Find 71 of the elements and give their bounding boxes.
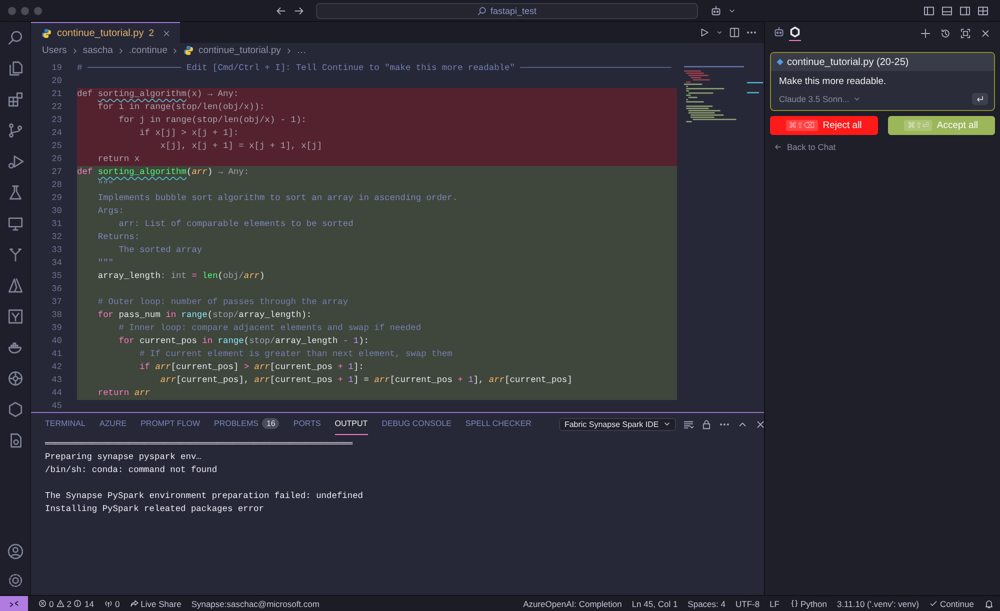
- status-item[interactable]: AzureOpenAI: Completion: [523, 598, 622, 608]
- line-number: 30: [50, 205, 63, 218]
- model-selector[interactable]: Claude 3.5 Sonn...: [779, 94, 862, 104]
- context-file: continue_tutorial.py (20-25): [787, 56, 909, 68]
- status-item[interactable]: Synapse:saschac@microsoft.com: [191, 598, 320, 608]
- line-number: 36: [50, 283, 63, 296]
- panel-tab[interactable]: SPELL CHECKER: [465, 413, 532, 435]
- breadcrumb-item[interactable]: .continue: [128, 45, 168, 56]
- line-number: 38: [50, 309, 63, 322]
- line-number: 25: [50, 140, 63, 153]
- line-number: 41: [50, 348, 63, 361]
- language-status[interactable]: Python: [790, 598, 827, 608]
- ports-status[interactable]: 0: [104, 598, 120, 608]
- line-number: 20: [50, 75, 63, 88]
- shortcut-hint: ⌘⇧⏎: [904, 120, 932, 131]
- line-number: 22: [50, 101, 63, 114]
- panel-tab[interactable]: PROMPT FLOW: [140, 413, 200, 435]
- line-number: 23: [50, 114, 63, 127]
- output-line: Preparing synapse pyspark env…: [45, 451, 202, 464]
- status-item[interactable]: Spaces: 4: [688, 598, 726, 608]
- status-item[interactable]: UTF-8: [735, 598, 760, 608]
- panel-tab[interactable]: DEBUG CONSOLE: [382, 413, 452, 435]
- breadcrumb-item[interactable]: continue_tutorial.py: [198, 45, 281, 56]
- reject-all-button[interactable]: ⌘⇧⌫ Reject all: [770, 116, 878, 135]
- line-number: 19: [50, 62, 63, 75]
- output-line: /bin/sh: conda: command not found: [45, 464, 218, 477]
- line-number: 28: [50, 179, 63, 192]
- line-number: 40: [50, 335, 63, 348]
- channel-dropdown[interactable]: Fabric Synapse Spark IDE: [559, 418, 676, 430]
- line-number: 33: [50, 244, 63, 257]
- line-number: 32: [50, 231, 63, 244]
- panel-tab[interactable]: PROBLEMS 16: [214, 413, 280, 435]
- line-number: 45: [50, 400, 63, 412]
- code-line: # ────────────────── Edit [Cmd/Ctrl + I]: Tell Continue to "make this more readable" ─────────────────────────────: [77, 62, 672, 75]
- back-link[interactable]: Back to Chat: [765, 135, 1000, 159]
- problems-status[interactable]: 0 2 14: [38, 598, 94, 608]
- count-badge: 16: [262, 418, 280, 429]
- breadcrumb-item[interactable]: Users: [42, 45, 67, 56]
- panel-tab[interactable]: AZURE: [99, 413, 127, 435]
- output-line: ═══════════════════════════════════════════════════════════: [45, 438, 354, 451]
- line-number: 24: [50, 127, 63, 140]
- line-number: 34: [50, 257, 63, 270]
- line-number: 21: [50, 88, 63, 101]
- continue-status[interactable]: Continue: [928, 598, 974, 608]
- problem-count: 2: [148, 28, 154, 38]
- output-line: The Synapse PySpark environment preparation failed: undefined: [45, 490, 364, 503]
- status-item[interactable]: Ln 45, Col 1: [632, 598, 678, 608]
- panel-tab[interactable]: PORTS: [293, 413, 321, 435]
- output-line: Installing PySpark releated packages error: [45, 503, 265, 516]
- line-number: 35: [50, 270, 63, 283]
- line-number: 29: [50, 192, 63, 205]
- live-share-status[interactable]: Live Share: [130, 598, 182, 608]
- status-item[interactable]: 3.11.10 ('.venv': venv): [836, 598, 919, 608]
- panel-tab[interactable]: TERMINAL: [45, 413, 86, 435]
- panel-tab[interactable]: OUTPUT: [334, 413, 368, 435]
- status-item[interactable]: LF: [770, 598, 780, 608]
- line-number: 26: [50, 153, 63, 166]
- tab-label[interactable]: continue_tutorial.py: [57, 28, 144, 38]
- shortcut-hint: ⌘⇧⌫: [786, 120, 818, 131]
- breadcrumb-item[interactable]: sascha: [82, 45, 113, 56]
- line-number: 37: [50, 296, 63, 309]
- line-number: 31: [50, 218, 63, 231]
- search-field[interactable]: fastapi_test: [316, 2, 698, 18]
- line-number: 39: [50, 322, 63, 335]
- line-number: 42: [50, 361, 63, 374]
- editor-tab[interactable]: continue_tutorial.py 2: [31, 22, 180, 43]
- line-number: 27: [50, 166, 63, 179]
- prompt-input[interactable]: Make this more readable.: [771, 71, 994, 91]
- line-number: 44: [50, 387, 63, 400]
- breadcrumb-item[interactable]: …: [296, 45, 306, 56]
- line-number: 43: [50, 374, 63, 387]
